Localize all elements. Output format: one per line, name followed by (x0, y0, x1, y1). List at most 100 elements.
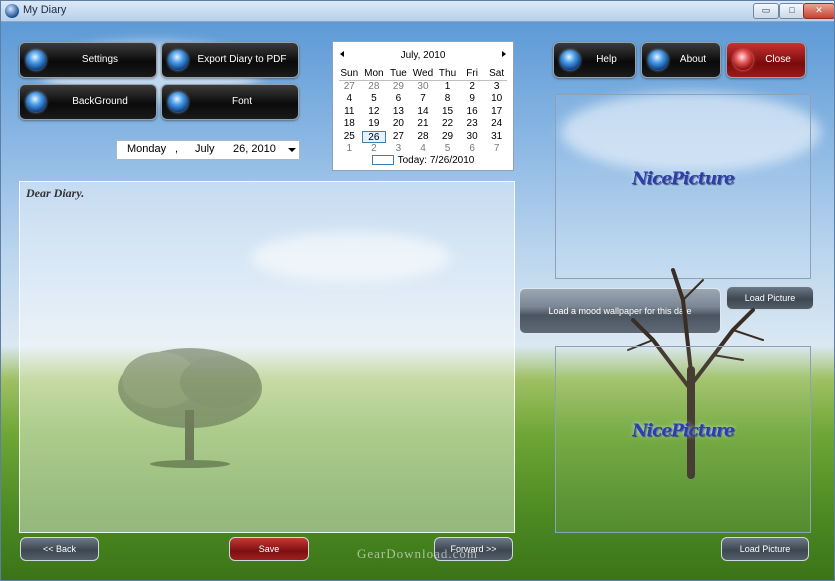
calendar-day[interactable]: 26 (361, 130, 387, 143)
diary-text: Dear Diary. (26, 186, 85, 200)
weekday-header: Wed (412, 68, 434, 79)
calendar-day[interactable]: 17 (484, 106, 509, 119)
calendar-day[interactable]: 19 (362, 118, 387, 131)
background-label: BackGround (72, 96, 128, 107)
calendar-today[interactable]: Today: 7/26/2010 (333, 155, 513, 166)
settings-label: Settings (81, 54, 119, 65)
calendar-week-row: 25 26 27 28 29 30 31 (337, 130, 509, 144)
maximize-button[interactable]: □ (779, 3, 805, 19)
calendar-grid: Sun Mon Tue Wed Thu Fri Sat 27 28 29 30 1 2 3 4… (337, 68, 509, 156)
calendar-day[interactable]: 21 (411, 118, 436, 131)
export-pdf-label: Export Diary to PDF (197, 54, 287, 65)
picture-placeholder-text: NicePicture (632, 169, 735, 189)
calendar-day[interactable]: 27 (386, 131, 411, 144)
about-label: About (679, 54, 707, 65)
font-button[interactable]: Font (161, 84, 299, 120)
settings-button[interactable]: Settings (19, 42, 157, 78)
calendar-day[interactable]: 12 (362, 106, 387, 119)
calendar-day[interactable]: 5 (435, 143, 460, 156)
next-month-icon[interactable] (502, 51, 506, 57)
month-calendar[interactable]: July, 2010 Sun Mon Tue Wed Thu Fri Sat 2… (332, 41, 514, 171)
calendar-divider (339, 80, 507, 81)
today-label: Today: 7/26/2010 (397, 155, 475, 166)
weekday-header: Sat (489, 68, 505, 79)
calendar-day[interactable]: 20 (386, 118, 411, 131)
orb-icon (648, 50, 668, 70)
calendar-day[interactable]: 3 (386, 143, 411, 156)
help-button[interactable]: Help (553, 42, 636, 78)
calendar-day[interactable]: 13 (386, 106, 411, 119)
title-bar[interactable]: My Diary ▭ □ ✕ (1, 1, 834, 22)
calendar-day[interactable]: 5 (362, 93, 387, 106)
window-close-button[interactable]: ✕ (803, 3, 834, 19)
orb-icon (168, 92, 188, 112)
help-label: Help (596, 54, 617, 65)
watermark-text: GearDownload.com (356, 546, 479, 561)
picture-box-top[interactable]: NicePicture (555, 94, 811, 279)
date-month: July (195, 143, 215, 155)
calendar-day[interactable]: 30 (460, 131, 485, 144)
calendar-day[interactable]: 3 (484, 81, 509, 94)
calendar-week-row: 1234567 (337, 143, 509, 156)
minimize-button[interactable]: ▭ (753, 3, 779, 19)
background-button[interactable]: BackGround (19, 84, 157, 120)
calendar-day[interactable]: 28 (411, 131, 436, 144)
calendar-day[interactable]: 22 (435, 118, 460, 131)
calendar-day[interactable]: 4 (411, 143, 436, 156)
calendar-day[interactable]: 1 (435, 81, 460, 94)
calendar-day[interactable]: 29 (386, 81, 411, 94)
calendar-day[interactable]: 1 (337, 143, 362, 156)
weekday-header: Fri (466, 68, 478, 79)
calendar-day[interactable]: 7 (484, 143, 509, 156)
calendar-week-row: 18 19 20 21 22 23 24 (337, 118, 509, 131)
calendar-day[interactable]: 28 (362, 81, 387, 94)
calendar-day[interactable]: 2 (460, 81, 485, 94)
window-title: My Diary (23, 4, 67, 16)
app-logo-icon (5, 4, 19, 18)
orb-icon (26, 50, 46, 70)
calendar-day[interactable]: 10 (484, 93, 509, 106)
chevron-down-icon[interactable] (288, 148, 296, 152)
close-label: Close (765, 54, 791, 65)
calendar-day[interactable]: 16 (460, 106, 485, 119)
date-day-year: 26, 2010 (233, 143, 276, 155)
calendar-week-row: 11 12 13 14 15 16 17 (337, 106, 509, 119)
calendar-day[interactable]: 18 (337, 118, 362, 131)
calendar-day[interactable]: 24 (484, 118, 509, 131)
calendar-day[interactable]: 6 (386, 93, 411, 106)
app-window: My Diary ▭ □ ✕ Settings Export Diary to … (0, 0, 835, 581)
calendar-day[interactable]: 6 (460, 143, 485, 156)
calendar-day[interactable]: 27 (337, 81, 362, 94)
calendar-day[interactable]: 15 (435, 106, 460, 119)
tree-illustration (118, 348, 262, 468)
weekday-header: Thu (438, 68, 457, 79)
calendar-day[interactable]: 29 (435, 131, 460, 144)
date-picker[interactable]: Monday , July 26, 2010 (116, 140, 300, 160)
calendar-day[interactable]: 23 (460, 118, 485, 131)
calendar-day[interactable]: 2 (362, 143, 387, 156)
export-pdf-button[interactable]: Export Diary to PDF (161, 42, 299, 78)
calendar-day[interactable]: 8 (435, 93, 460, 106)
today-marker-icon (371, 155, 394, 166)
date-weekday: Monday (127, 143, 167, 155)
weekday-header: Sun (340, 68, 359, 79)
calendar-week-row: 4 5 6 7 8 9 10 (337, 93, 509, 106)
picture-box-bottom[interactable]: NicePicture (555, 346, 811, 533)
close-button[interactable]: Close (726, 42, 806, 78)
calendar-day[interactable]: 14 (411, 106, 436, 119)
orb-icon (733, 50, 753, 70)
font-label: Font (231, 96, 252, 107)
orb-icon (26, 92, 46, 112)
weekday-header: Tue (389, 68, 407, 79)
picture-placeholder-text: NicePicture (632, 421, 735, 441)
about-button[interactable]: About (641, 42, 721, 78)
calendar-day[interactable]: 25 (337, 131, 362, 144)
calendar-day[interactable]: 31 (484, 131, 509, 144)
calendar-day[interactable]: 7 (411, 93, 436, 106)
calendar-day[interactable]: 30 (411, 81, 436, 94)
calendar-day[interactable]: 11 (337, 106, 362, 119)
calendar-day[interactable]: 9 (460, 93, 485, 106)
diary-text-area[interactable]: Dear Diary. (19, 181, 515, 533)
calendar-day[interactable]: 4 (337, 93, 362, 106)
calendar-month-label: July, 2010 (400, 50, 446, 61)
